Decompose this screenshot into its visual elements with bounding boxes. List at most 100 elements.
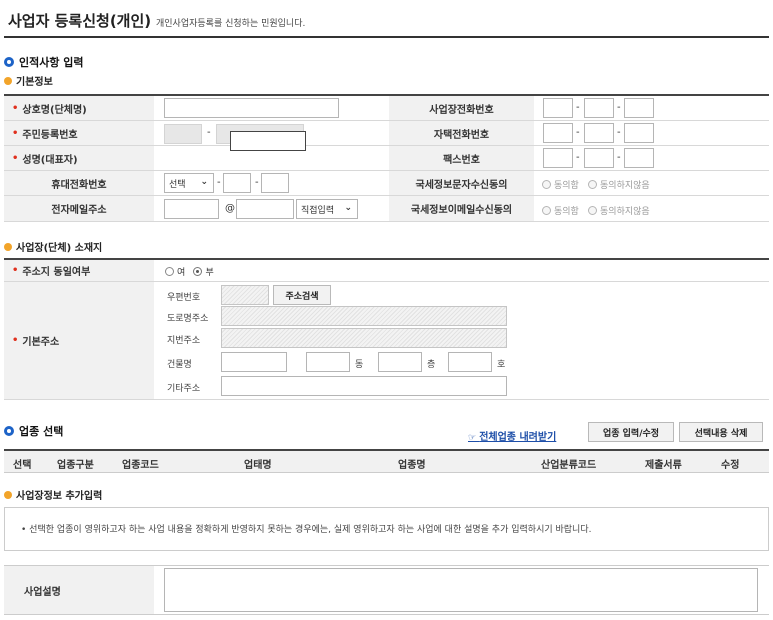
fax-label-text: 팩스번호 bbox=[443, 154, 480, 166]
business-phone-2[interactable] bbox=[584, 98, 614, 118]
business-phone-label: 사업장전화번호 bbox=[389, 96, 534, 120]
postal-code-input bbox=[221, 285, 269, 305]
home-phone-label: 자택전화번호 bbox=[389, 121, 534, 145]
chevron-down-icon: ⌄ bbox=[200, 177, 208, 187]
name-label-text: 성명(대표자) bbox=[22, 154, 78, 166]
home-phone-label-text: 자택전화번호 bbox=[433, 129, 490, 141]
row-mobile: 휴대전화번호 선택 ⌄ - - 국세정보문자수신동의 동의함 동의하지않음 bbox=[4, 171, 769, 196]
col-industry-name: 업종명 bbox=[398, 460, 426, 471]
other-address-input[interactable] bbox=[221, 376, 507, 396]
extra-info-subheading: 사업장정보 추가입력 bbox=[4, 487, 102, 502]
sms-agree-radio[interactable] bbox=[542, 179, 551, 189]
description-notice: • 선택한 업종이 영위하고자 하는 사업 내용을 정확하게 반영하지 못하는 … bbox=[4, 507, 769, 551]
email-consent-radios: 동의함 동의하지않음 bbox=[542, 204, 650, 217]
col-business-name: 업태명 bbox=[244, 460, 272, 471]
road-address-label: 도로명주소 bbox=[167, 314, 209, 324]
business-description-label: 사업설명 bbox=[4, 566, 154, 614]
section-bullet-icon bbox=[4, 57, 14, 67]
required-star-icon: • bbox=[12, 265, 19, 276]
email-agree-radio[interactable] bbox=[542, 205, 551, 215]
address-subheading: 사업장(단체) 소재지 bbox=[4, 239, 102, 254]
building-floor-input[interactable] bbox=[378, 352, 422, 372]
required-star-icon: • bbox=[12, 127, 19, 139]
lot-address-input bbox=[221, 328, 507, 348]
same-address-radios: 여 부 bbox=[165, 265, 214, 278]
row-base-address: • 기본주소 우편번호 주소검색 도로명주소 지번주소 건물명 동 층 호 기타주… bbox=[4, 282, 769, 400]
name-label: • 성명(대표자) bbox=[4, 146, 154, 170]
other-address-label: 기타주소 bbox=[167, 384, 201, 394]
same-yes-radio[interactable] bbox=[165, 266, 174, 276]
sms-disagree-radio[interactable] bbox=[588, 179, 598, 189]
home-phone-3[interactable] bbox=[624, 123, 654, 143]
email-at-sign: @ bbox=[225, 203, 235, 214]
extra-info-subheading-text: 사업장정보 추가입력 bbox=[16, 491, 103, 502]
fax-3[interactable] bbox=[624, 148, 654, 168]
base-address-label-text: 기본주소 bbox=[22, 337, 60, 348]
building-name-input[interactable] bbox=[221, 352, 287, 372]
building-unit-input[interactable] bbox=[448, 352, 492, 372]
resident-no-front[interactable] bbox=[164, 124, 202, 144]
sms-agree-label: 동의함 bbox=[554, 181, 579, 191]
delete-selection-button[interactable]: 선택내용 삭제 bbox=[679, 422, 763, 442]
dash: - bbox=[617, 152, 621, 163]
business-phone-label-text: 사업장전화번호 bbox=[429, 104, 494, 116]
industry-section-heading: 업종 선택 bbox=[4, 423, 63, 439]
fax-label: 팩스번호 bbox=[389, 146, 534, 170]
mobile-select-value: 선택 bbox=[169, 179, 186, 190]
business-description-textarea[interactable] bbox=[164, 568, 758, 612]
download-industry-link[interactable]: ☞ 전체업종 내려받기 bbox=[468, 428, 556, 443]
trade-name-input[interactable] bbox=[164, 98, 339, 118]
download-icon: ☞ bbox=[468, 433, 480, 443]
postal-code-label: 우편번호 bbox=[167, 293, 201, 303]
dash: - bbox=[255, 177, 259, 188]
building-name-label: 건물명 bbox=[167, 360, 192, 370]
industry-edit-button[interactable]: 업종 입력/수정 bbox=[588, 422, 674, 442]
email-label-text: 전자메일주소 bbox=[51, 205, 107, 216]
dash: - bbox=[207, 127, 211, 138]
basic-info-text: 기본정보 bbox=[16, 77, 53, 88]
email-consent-label-text: 국세정보이메일수신동의 bbox=[410, 205, 513, 216]
base-address-label: • 기본주소 bbox=[4, 282, 154, 399]
home-phone-1[interactable] bbox=[543, 123, 573, 143]
dash: - bbox=[217, 177, 221, 188]
home-phone-2[interactable] bbox=[584, 123, 614, 143]
dash: - bbox=[576, 127, 580, 138]
email-domain-input[interactable] bbox=[236, 199, 294, 219]
business-phone-3[interactable] bbox=[624, 98, 654, 118]
email-local-input[interactable] bbox=[164, 199, 219, 219]
email-disagree-label: 동의하지않음 bbox=[600, 207, 650, 217]
fax-2[interactable] bbox=[584, 148, 614, 168]
fax-1[interactable] bbox=[543, 148, 573, 168]
required-star-icon: • bbox=[12, 102, 19, 114]
row-trade-name: • 상호명(단체명) 사업장전화번호 - - bbox=[4, 96, 769, 121]
mobile-prefix-select[interactable]: 선택 ⌄ bbox=[164, 173, 214, 193]
row-same-address: • 주소지 동일여부 여 부 bbox=[4, 260, 769, 282]
subsection-bullet-icon bbox=[4, 242, 12, 251]
col-type: 업종구분 bbox=[57, 460, 94, 471]
required-star-icon: • bbox=[12, 335, 19, 346]
same-no-radio[interactable] bbox=[193, 266, 203, 276]
resident-no-label-text: 주민등록번호 bbox=[22, 129, 78, 141]
industry-table-header: 선택 업종구분 업종코드 업태명 업종명 산업분류코드 제출서류 수정 bbox=[4, 449, 769, 473]
download-link-text: 전체업종 내려받기 bbox=[479, 432, 557, 443]
personal-section-heading: 인적사항 입력 bbox=[4, 54, 84, 70]
col-edit: 수정 bbox=[721, 460, 740, 471]
mobile-2[interactable] bbox=[223, 173, 251, 193]
row-business-description: 사업설명 bbox=[4, 565, 769, 615]
subsection-bullet-icon bbox=[4, 76, 12, 85]
dash: - bbox=[617, 102, 621, 113]
address-search-button[interactable]: 주소검색 bbox=[273, 285, 331, 305]
same-no-label: 부 bbox=[205, 268, 214, 278]
email-consent-label: 국세정보이메일수신동의 bbox=[389, 196, 534, 221]
building-dong-input[interactable] bbox=[306, 352, 350, 372]
page-description: 개인사업자등록를 신청하는 민원입니다. bbox=[156, 19, 306, 29]
trade-name-label-text: 상호명(단체명) bbox=[22, 104, 87, 116]
email-disagree-radio[interactable] bbox=[588, 205, 598, 215]
dong-label: 동 bbox=[355, 360, 364, 370]
row-resident-no: • 주민등록번호 - 자택전화번호 - - bbox=[4, 121, 769, 151]
business-phone-1[interactable] bbox=[543, 98, 573, 118]
mobile-3[interactable] bbox=[261, 173, 289, 193]
email-domain-select[interactable]: 직접입력 ⌄ bbox=[296, 199, 358, 219]
col-class-code: 산업분류코드 bbox=[541, 460, 597, 471]
required-star-icon: • bbox=[12, 152, 19, 164]
